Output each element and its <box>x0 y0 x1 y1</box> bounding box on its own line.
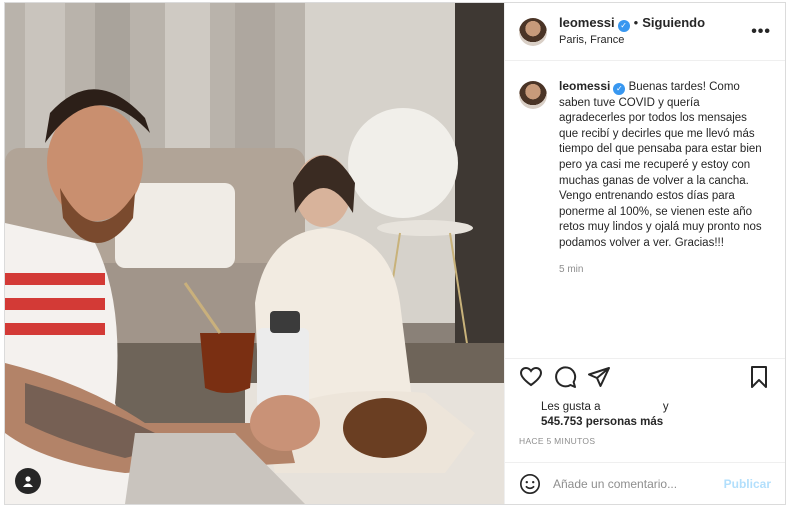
user-tag-icon[interactable] <box>15 468 41 494</box>
likes-prefix: Les gusta a <box>541 401 601 413</box>
header-text: leomessi ✓ • Siguiendo Paris, France <box>559 15 751 48</box>
caption-body: leomessi ✓ Buenas tardes! Como saben tuve… <box>559 79 769 277</box>
location-link[interactable]: Paris, France <box>559 32 751 48</box>
caption-username[interactable]: leomessi <box>559 79 610 93</box>
user-silhouette-icon <box>23 476 33 487</box>
header-username[interactable]: leomessi <box>559 15 615 30</box>
avatar[interactable] <box>519 17 547 46</box>
likes-count[interactable]: 545.753 personas más <box>541 416 663 428</box>
action-bar <box>505 358 785 394</box>
post-header: leomessi ✓ • Siguiendo Paris, France ••• <box>505 3 785 61</box>
instagram-post: leomessi ✓ • Siguiendo Paris, France ••• le… <box>4 2 786 505</box>
comment-input[interactable] <box>553 476 724 491</box>
verified-badge-icon: ✓ <box>613 83 626 95</box>
caption-text: Buenas tardes! Como saben tuve COVID y q… <box>559 81 762 249</box>
caption-time[interactable]: 5 min <box>559 262 769 278</box>
comment-box: Publicar <box>505 462 785 504</box>
separator-dot: • <box>633 15 639 30</box>
comment-bubble-icon[interactable] <box>553 365 577 389</box>
caption-avatar[interactable] <box>519 81 547 109</box>
heart-icon[interactable] <box>519 365 543 389</box>
paper-plane-icon[interactable] <box>587 365 611 389</box>
post-sidebar: leomessi ✓ • Siguiendo Paris, France ••• le… <box>504 3 785 504</box>
post-timestamp[interactable]: HACE 5 MINUTOS <box>519 436 595 446</box>
following-button[interactable]: Siguiendo <box>642 15 705 30</box>
post-image <box>5 3 504 504</box>
more-options-icon[interactable]: ••• <box>751 23 771 41</box>
publish-button[interactable]: Publicar <box>724 477 771 491</box>
likes-conjunction: y <box>662 401 669 413</box>
verified-badge-icon: ✓ <box>617 20 630 32</box>
post-photo[interactable] <box>5 3 504 504</box>
likes-summary: Les gusta a y 545.753 personas más <box>541 400 669 430</box>
bookmark-icon[interactable] <box>747 365 771 389</box>
emoji-icon[interactable] <box>519 473 541 495</box>
caption: leomessi ✓ Buenas tardes! Como saben tuve… <box>505 61 785 277</box>
